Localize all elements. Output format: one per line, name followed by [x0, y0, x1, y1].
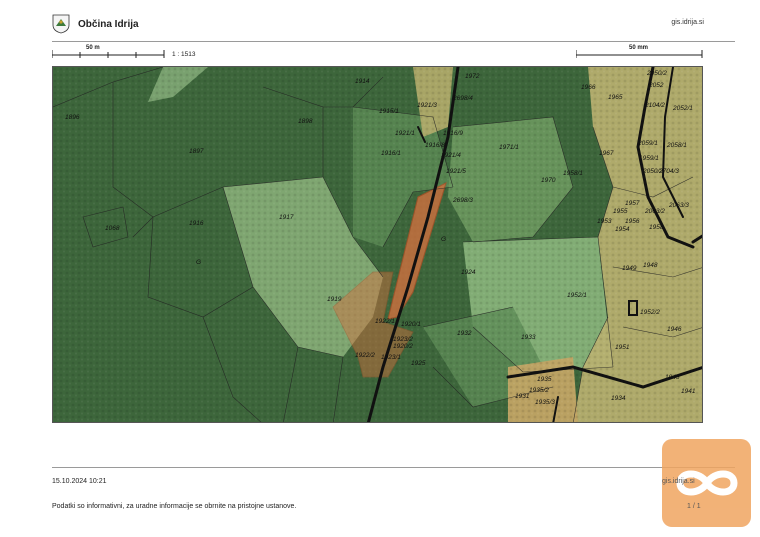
map-marker-g: G — [441, 236, 446, 243]
parcel-label: 1954 — [615, 226, 630, 233]
parcel-label: 1916 — [189, 220, 204, 227]
parcel-label: 1922/2 — [355, 352, 375, 359]
parcel-label: 1916/9 — [443, 130, 463, 137]
parcel-label: 1946 — [667, 326, 682, 333]
parcel-label: 1932 — [457, 330, 472, 337]
parcel-label: 2704/3 — [658, 168, 679, 175]
parcel-label: 2698/3 — [452, 197, 473, 204]
cadastral-map[interactable]: 1914 1972 2698/4 1896 1898 1915/1 1921/3… — [52, 66, 703, 423]
page-title: Občina Idrija — [78, 19, 139, 30]
parcel-label: 1916/1 — [381, 150, 401, 157]
parcel-label: 1917 — [279, 214, 294, 221]
parcel-label: 1931 — [515, 393, 530, 400]
parcel-label: 1966 — [581, 84, 596, 91]
scale-bar-millimeters: 50 mm — [576, 45, 703, 59]
parcel-label: 2059/1 — [637, 140, 658, 147]
parcel-label: 1915/1 — [379, 108, 399, 115]
map-canvas: 1914 1972 2698/4 1896 1898 1915/1 1921/3… — [53, 67, 702, 422]
parcel-label: 1967 — [599, 150, 614, 157]
parcel-label: 1934 — [611, 395, 626, 402]
parcel-label: 1921/1 — [395, 130, 415, 137]
parcel-label: 1933 — [521, 334, 536, 341]
parcel-label: 1935 — [537, 376, 552, 383]
parcel-label: 1921/5 — [446, 168, 466, 175]
parcel-label: 2104/2 — [644, 102, 665, 109]
parcel-label: 2698/4 — [452, 95, 473, 102]
parcel-label: 1951 — [615, 344, 630, 351]
parcel-label: 1916/8 — [425, 142, 445, 149]
parcel-label: 1952/1 — [567, 292, 587, 299]
parcel-label: 1955 — [613, 208, 628, 215]
parcel-label: 1945 — [665, 374, 680, 381]
parcel-label: 1971/1 — [499, 144, 519, 151]
parcel-label: 2058/1 — [666, 142, 687, 149]
parcel-label: 1959/1 — [639, 155, 659, 162]
parcel-label: 1949 — [622, 265, 637, 272]
parcel-label: 1953 — [597, 218, 612, 225]
parcel-label: 1941 — [681, 388, 696, 395]
parcel-label: 1919 — [327, 296, 342, 303]
parcel-label: 1920/2 — [393, 343, 413, 350]
parcel-label: 1923/2 — [393, 336, 413, 343]
parcel-label: 1935/3 — [535, 399, 555, 406]
parcel-label: 2052/1 — [672, 105, 693, 112]
disclaimer-text: Podatki so informativni, za uradne infor… — [52, 503, 297, 510]
parcel-label: 1914 — [355, 78, 370, 85]
parcel-label: 1948 — [643, 262, 658, 269]
header-divider — [52, 41, 735, 42]
footer-site-url: gis.idrija.si — [662, 478, 695, 485]
scale-ratio: 1 : 1513 — [172, 51, 196, 58]
parcel-label: 2050/2 — [646, 70, 667, 77]
parcel-label: 1897 — [189, 148, 204, 155]
parcel-label: 1923/1 — [381, 354, 401, 361]
parcel-label: 1958 — [649, 224, 664, 231]
parcel-label: 2063/2 — [644, 208, 665, 215]
municipality-crest-icon — [52, 14, 70, 34]
parcel-label: 1970 — [541, 177, 556, 184]
parcel-label: 1068 — [105, 225, 120, 232]
parcel-label: 1935/2 — [529, 387, 549, 394]
parcel-label: 1925 — [411, 360, 426, 367]
print-datetime: 15.10.2024 10:21 — [52, 478, 107, 485]
parcel-label: 1958/1 — [563, 170, 583, 177]
parcel-label: 1898 — [298, 118, 313, 125]
parcel-label: 1952/2 — [640, 309, 660, 316]
parcel-label: 1956 — [625, 218, 640, 225]
parcel-label: 1972 — [465, 73, 480, 80]
page-number: 1 / 1 — [687, 503, 701, 510]
scale-bar-meters: 50 m — [52, 45, 168, 59]
parcel-label: 1957 — [625, 200, 640, 207]
site-url: gis.idrija.si — [671, 19, 704, 26]
parcel-label: 1924 — [461, 269, 476, 276]
parcel-label: 2052 — [648, 82, 664, 89]
parcel-label: 1920/1 — [401, 321, 421, 328]
parcel-label: 1965 — [608, 94, 623, 101]
map-marker-g: G — [196, 259, 201, 266]
parcel-label: 1921/4 — [441, 152, 461, 159]
footer-divider — [52, 467, 735, 468]
parcel-label: 2063/3 — [668, 202, 689, 209]
parcel-label: 1922/1 — [375, 318, 395, 325]
page-header: Občina Idrija gis.idrija.si — [0, 0, 760, 42]
parcel-label: 1896 — [65, 114, 80, 121]
parcel-label: 1921/3 — [417, 102, 437, 109]
